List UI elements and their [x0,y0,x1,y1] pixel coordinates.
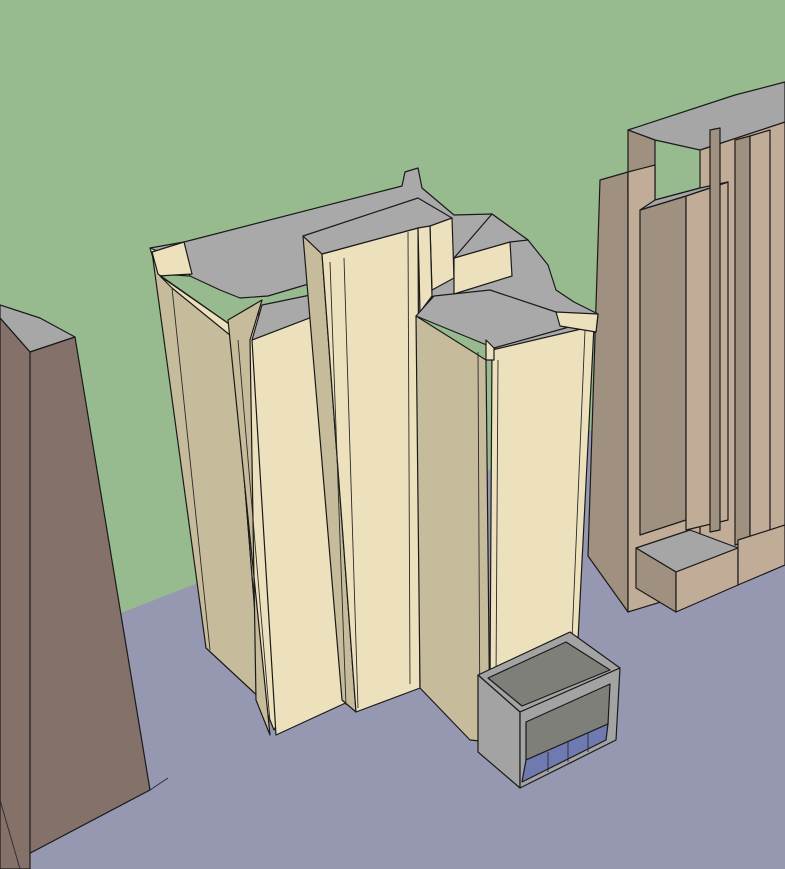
scene-canvas [0,0,785,869]
3d-model-viewport[interactable] [0,0,785,869]
